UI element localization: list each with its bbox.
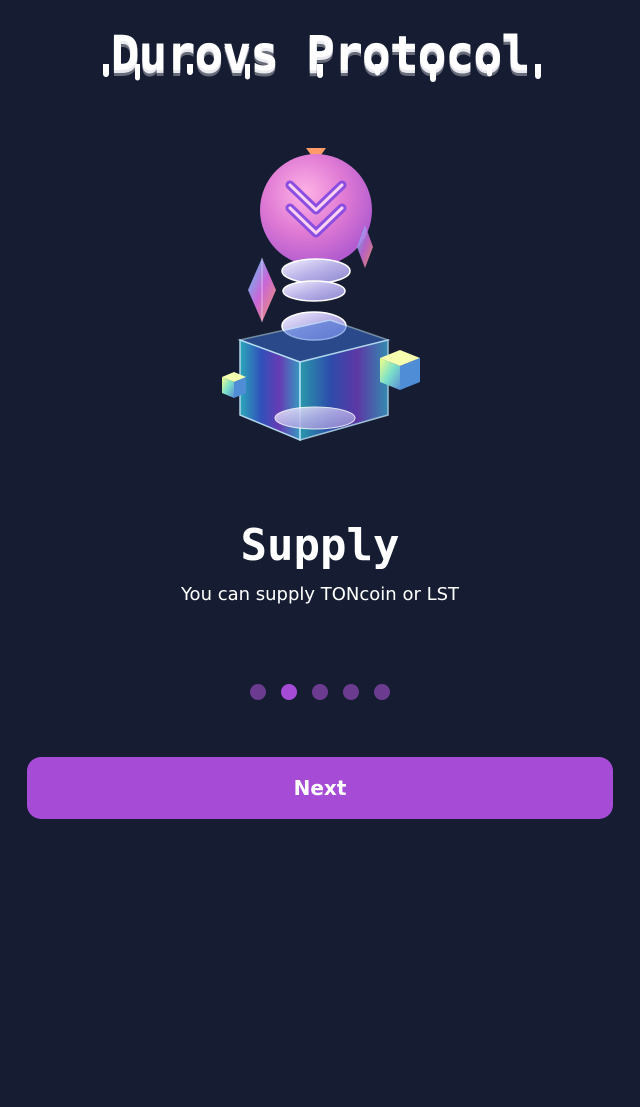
slide-title: Supply — [240, 520, 400, 571]
slide-subtitle: You can supply TONcoin or LST — [180, 584, 460, 605]
pagination-dot-5[interactable] — [374, 684, 390, 700]
logo-drips-decoration — [103, 64, 541, 82]
pagination-dot-2-active[interactable] — [281, 684, 297, 700]
pagination-dot-4[interactable] — [343, 684, 359, 700]
pagination-dots — [0, 684, 640, 700]
pagination-dot-3[interactable] — [312, 684, 328, 700]
pagination-dot-1[interactable] — [250, 684, 266, 700]
supply-illustration — [222, 148, 420, 442]
next-button[interactable]: Next — [27, 757, 613, 819]
